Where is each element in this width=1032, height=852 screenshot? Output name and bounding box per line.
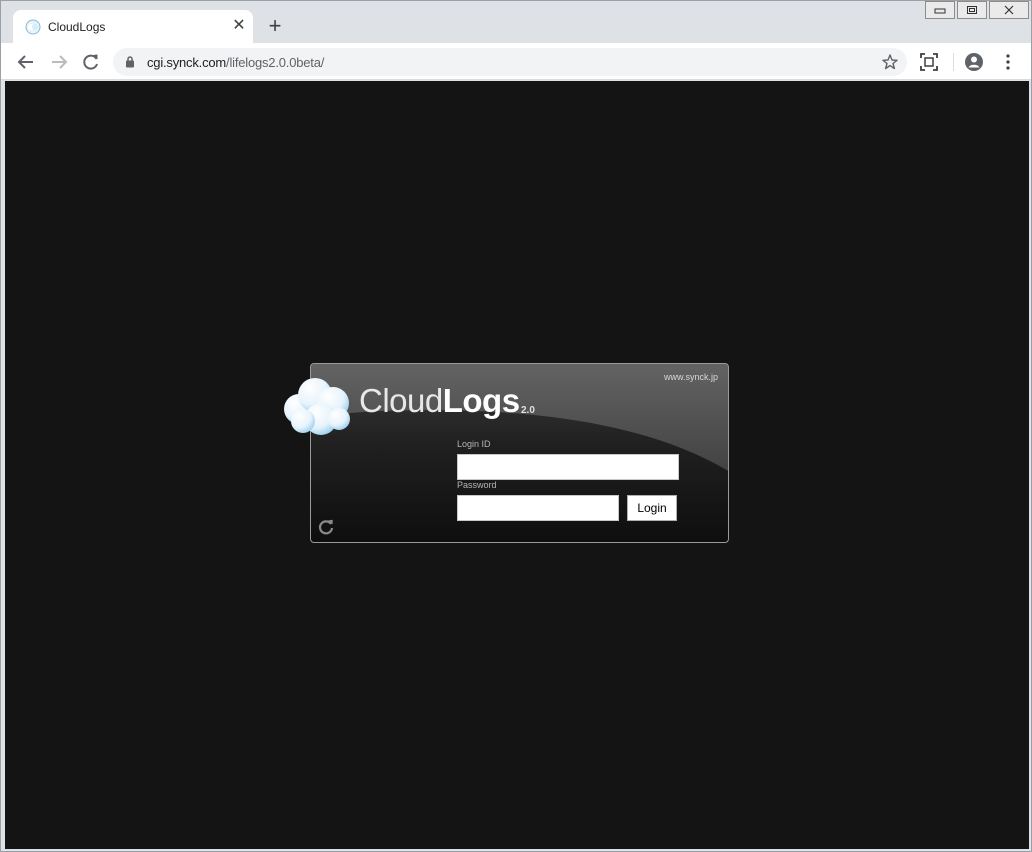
menu-icon[interactable] (997, 51, 1019, 73)
tab-close-icon[interactable]: ✕ (229, 16, 249, 36)
login-id-input[interactable] (457, 454, 679, 480)
account-icon[interactable] (963, 51, 985, 73)
tab-strip: CloudLogs ✕ + (1, 1, 1031, 44)
logo-version: 2.0 (521, 405, 535, 416)
restore-button[interactable] (957, 1, 987, 19)
logo-bold-part: Logs (442, 382, 520, 419)
app-logo-text: CloudLogs (359, 382, 520, 420)
login-button[interactable]: Login (627, 495, 677, 521)
minimize-button[interactable] (925, 1, 955, 19)
forward-arrow-icon[interactable] (48, 51, 70, 73)
minimize-icon (934, 8, 946, 14)
window-controls (925, 1, 1031, 20)
password-label: Password (457, 480, 497, 490)
restore-icon (967, 6, 977, 14)
screenshot-icon[interactable] (918, 51, 940, 73)
tab-cloudlogs[interactable]: CloudLogs ✕ (13, 10, 253, 44)
close-icon (1004, 5, 1014, 15)
tab-title: CloudLogs (48, 20, 106, 34)
star-icon[interactable] (881, 53, 899, 71)
close-window-button[interactable] (989, 1, 1029, 19)
toolbar-divider (953, 53, 954, 71)
url-path: /lifelogs2.0.0beta/ (226, 55, 325, 70)
site-link[interactable]: www.synck.jp (664, 372, 718, 382)
logo-light-part: Cloud (359, 382, 443, 419)
cloud-logo-icon (284, 378, 350, 435)
login-panel: www.synck.jp CloudLogs 2.0 Login ID Pass… (310, 363, 729, 543)
new-tab-button[interactable]: + (263, 15, 287, 39)
url-host: cgi.synck.com (147, 55, 227, 70)
refresh-icon[interactable] (317, 518, 335, 536)
password-input[interactable] (457, 495, 619, 521)
reload-icon[interactable] (80, 51, 102, 73)
browser-toolbar: cgi.synck.com/lifelogs2.0.0beta/ (1, 43, 1031, 80)
browser-window: CloudLogs ✕ + cgi.synck.com/lifelogs2.0.… (0, 0, 1032, 852)
back-arrow-icon[interactable] (15, 51, 37, 73)
address-bar[interactable]: cgi.synck.com/lifelogs2.0.0beta/ (113, 48, 907, 76)
lock-icon (126, 56, 134, 68)
page-content: www.synck.jp CloudLogs 2.0 Login ID Pass… (5, 81, 1029, 849)
login-id-label: Login ID (457, 439, 491, 449)
url-text: cgi.synck.com/lifelogs2.0.0beta/ (147, 55, 324, 70)
cloud-favicon-icon (25, 19, 41, 35)
